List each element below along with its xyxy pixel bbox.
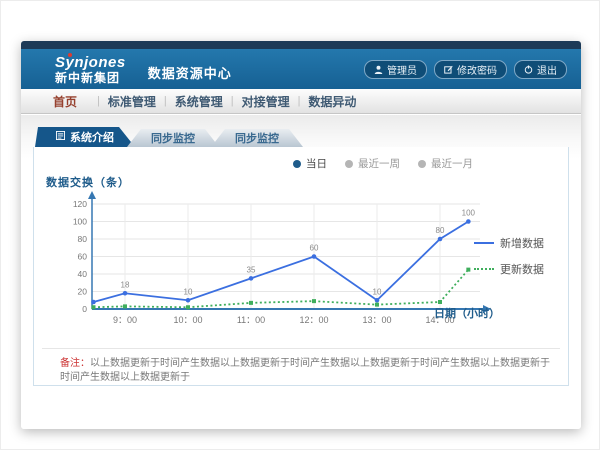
window-top-strip xyxy=(21,41,581,49)
svg-text:9：00: 9：00 xyxy=(113,315,137,325)
chart-container: 9：0010：0011：0012：0013：0014：0002040608010… xyxy=(40,189,500,339)
tab-sync-monitor-1[interactable]: 同步监控 xyxy=(127,129,219,147)
period-option-today[interactable]: 当日 xyxy=(293,156,327,171)
page-background: Synjones 新中新集团 数据资源中心 管理员 修改密码 xyxy=(0,0,600,450)
legend-item-new-data: 新增数据 xyxy=(474,235,552,251)
change-password-button[interactable]: 修改密码 xyxy=(434,60,507,79)
svg-text:20: 20 xyxy=(78,287,88,297)
content-area: 系统介绍 同步监控 同步监控 当日 最近一周 xyxy=(21,115,581,429)
period-label: 最近一周 xyxy=(358,156,400,171)
period-label: 最近一月 xyxy=(431,156,473,171)
svg-text:100: 100 xyxy=(73,217,87,227)
header-actions: 管理员 修改密码 退出 xyxy=(364,60,567,79)
svg-text:80: 80 xyxy=(78,234,88,244)
legend-label: 更新数据 xyxy=(500,261,544,277)
main-nav: 首页 | 标准管理 | 系统管理 | 对接管理 | 数据异动 xyxy=(21,89,581,114)
user-icon xyxy=(374,65,383,74)
tab-sync-monitor-2[interactable]: 同步监控 xyxy=(211,129,303,147)
solid-line-swatch-icon xyxy=(474,242,494,244)
period-option-last-week[interactable]: 最近一周 xyxy=(345,156,400,171)
x-axis-title: 日期（小时） xyxy=(434,305,500,321)
edit-icon xyxy=(444,65,453,74)
svg-text:35: 35 xyxy=(247,265,256,274)
nav-item-home[interactable]: 首页 xyxy=(33,93,97,110)
change-password-label: 修改密码 xyxy=(457,62,497,77)
logout-button[interactable]: 退出 xyxy=(514,60,567,79)
period-option-last-month[interactable]: 最近一月 xyxy=(418,156,473,171)
footnote: 备注：以上数据更新于时间产生数据以上数据更新于时间产生数据以上数据更新于时间产生… xyxy=(60,357,552,385)
chart-legend: 新增数据 更新数据 xyxy=(474,235,552,287)
svg-text:60: 60 xyxy=(78,252,88,262)
footnote-prefix: 备注： xyxy=(60,358,90,369)
tab-system-intro[interactable]: 系统介绍 xyxy=(35,127,135,147)
svg-text:0: 0 xyxy=(82,304,87,314)
radio-dot-icon xyxy=(418,160,426,168)
period-label: 当日 xyxy=(306,156,327,171)
period-filter: 当日 最近一周 最近一月 xyxy=(293,156,473,171)
logout-label: 退出 xyxy=(537,62,557,77)
footnote-text: 以上数据更新于时间产生数据以上数据更新于时间产生数据以上数据更新于时间产生数据以… xyxy=(60,358,550,383)
chart-panel: 当日 最近一周 最近一月 数据交换（条） 9：00 10：00 11：00 12：00… xyxy=(33,147,569,386)
svg-text:40: 40 xyxy=(78,269,88,279)
admin-user-button[interactable]: 管理员 xyxy=(364,60,427,79)
svg-text:11：00: 11：00 xyxy=(237,315,265,325)
svg-text:60: 60 xyxy=(310,244,319,253)
app-header: Synjones 新中新集团 数据资源中心 管理员 修改密码 xyxy=(21,49,581,89)
tab-label: 系统介绍 xyxy=(70,129,114,145)
logo-text-en: Synjones xyxy=(55,55,126,70)
svg-text:10：00: 10：00 xyxy=(173,315,202,325)
tab-label: 同步监控 xyxy=(151,130,195,146)
svg-text:10: 10 xyxy=(373,287,382,296)
nav-item-interface-mgmt[interactable]: 对接管理 xyxy=(234,93,298,110)
page-title: 数据资源中心 xyxy=(148,63,232,82)
power-icon xyxy=(524,65,533,74)
dotted-line-swatch-icon xyxy=(474,268,494,270)
y-axis-title: 数据交换（条） xyxy=(46,174,130,190)
document-grid-icon xyxy=(56,131,65,143)
line-chart: 9：0010：0011：0012：0013：0014：0002040608010… xyxy=(40,189,500,339)
logo-text-cn: 新中新集团 xyxy=(55,72,126,84)
legend-item-updated-data: 更新数据 xyxy=(474,261,552,277)
svg-text:13：00: 13：00 xyxy=(362,315,391,325)
nav-item-system-mgmt[interactable]: 系统管理 xyxy=(167,93,231,110)
nav-item-data-change[interactable]: 数据异动 xyxy=(300,93,364,110)
radio-dot-icon xyxy=(293,160,301,168)
radio-dot-icon xyxy=(345,160,353,168)
nav-item-standard-mgmt[interactable]: 标准管理 xyxy=(100,93,164,110)
svg-text:80: 80 xyxy=(436,226,445,235)
logo-accent-dot xyxy=(68,53,72,57)
note-divider xyxy=(42,348,560,349)
svg-text:12：00: 12：00 xyxy=(299,315,328,325)
svg-text:10: 10 xyxy=(184,287,193,296)
tab-label: 同步监控 xyxy=(235,130,279,146)
svg-text:100: 100 xyxy=(462,209,476,218)
svg-text:120: 120 xyxy=(73,199,87,209)
svg-text:18: 18 xyxy=(121,280,130,289)
app-window: Synjones 新中新集团 数据资源中心 管理员 修改密码 xyxy=(21,41,581,429)
brand-logo[interactable]: Synjones 新中新集团 xyxy=(55,55,126,84)
legend-label: 新增数据 xyxy=(500,235,544,251)
admin-user-label: 管理员 xyxy=(387,62,417,77)
